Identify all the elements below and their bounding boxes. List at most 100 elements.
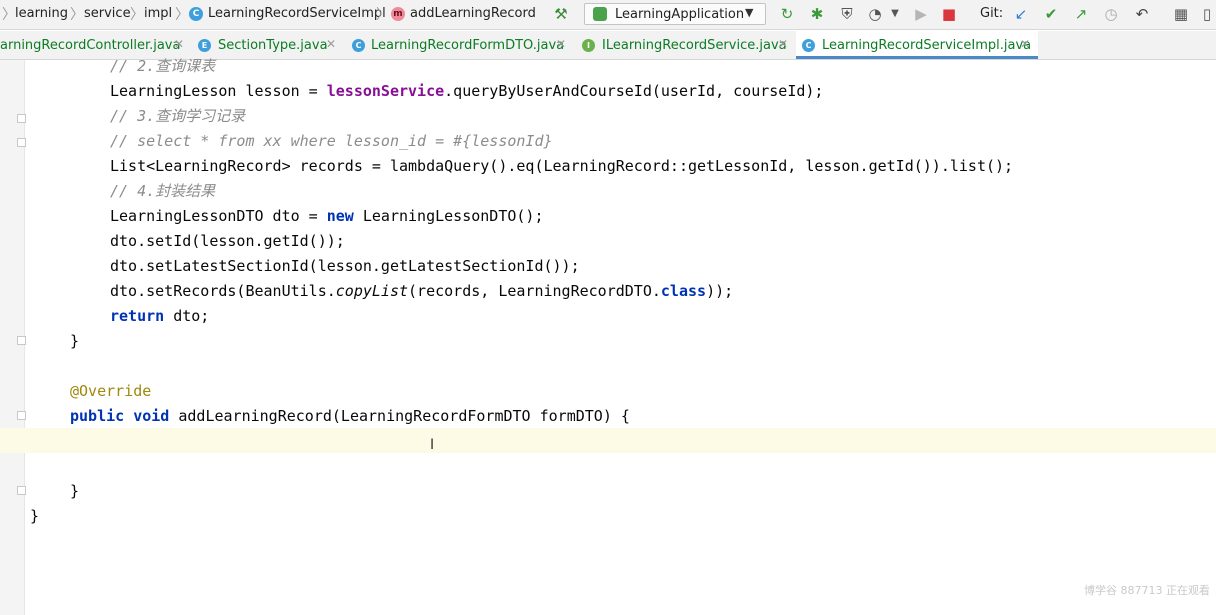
fold-marker-icon[interactable] [17, 336, 26, 345]
run-play-icon[interactable]: ▶ [912, 5, 930, 23]
code-line: dto.setLatestSectionId(lesson.getLatestS… [110, 254, 580, 279]
code-line: // 3.查询学习记录 [110, 104, 245, 129]
interface-icon: I [582, 39, 595, 52]
tab-i-learning-record-service[interactable]: I ILearningRecordService.java ✕ [576, 31, 794, 59]
code-text: List<LearningRecord> records = lambdaQue… [110, 157, 1014, 175]
close-icon[interactable]: ✕ [556, 37, 566, 51]
fold-marker-icon[interactable] [17, 138, 26, 147]
text-cursor-icon: I [430, 437, 435, 453]
code-comment: // 3.查询学习记录 [110, 107, 246, 125]
stop-icon[interactable]: ■ [940, 5, 958, 23]
class-icon: C [189, 7, 203, 21]
build-hammer-icon[interactable]: ⚒ [552, 5, 570, 23]
code-keyword: class [660, 282, 707, 300]
code-line: LearningLessonDTO dto = new LearningLess… [110, 204, 544, 229]
git-update-icon[interactable]: ↙ [1012, 5, 1030, 23]
code-comment: // select * from xx where lesson_id = #{… [110, 132, 553, 150]
breadcrumb-service[interactable]: service [84, 6, 131, 21]
code-keyword: new [326, 207, 354, 225]
spring-boot-icon [593, 7, 607, 21]
tab-learning-record-service-impl[interactable]: C LearningRecordServiceImpl.java ✕ [796, 31, 1038, 59]
run-configuration-label: LearningApplication [615, 7, 745, 22]
profile-icon[interactable]: ◔ [866, 5, 884, 23]
editor-gutter[interactable] [0, 60, 26, 615]
run-configuration-select[interactable]: LearningApplication ▼ [584, 3, 766, 25]
fold-marker-icon[interactable] [17, 486, 26, 495]
code-text: dto; [164, 307, 210, 325]
code-text: LearningLesson lesson = [110, 82, 327, 100]
run-with-coverage-icon[interactable]: ⛨ [838, 5, 856, 23]
code-text: dto.setRecords(BeanUtils. [110, 282, 336, 300]
current-line-highlight [0, 428, 1216, 453]
breadcrumb-impl[interactable]: impl [144, 6, 172, 21]
code-static-method: copyList [335, 282, 409, 300]
code-text: dto.setLatestSectionId(lesson.getLatestS… [110, 257, 580, 275]
chevron-right-icon: 〉 [376, 7, 390, 23]
code-keyword: public void [70, 407, 170, 425]
breadcrumb-learning[interactable]: learning [15, 6, 68, 21]
code-text: } [30, 507, 40, 525]
close-icon[interactable]: ✕ [174, 37, 184, 51]
more-icon[interactable]: ▯ [1198, 5, 1216, 23]
class-icon: C [802, 39, 815, 52]
method-icon: m [391, 7, 405, 21]
code-line: } [30, 504, 39, 529]
code-text: } [70, 482, 80, 500]
code-line: } [70, 329, 79, 354]
chevron-right-icon: 〉 [70, 7, 84, 23]
code-text: dto.setId(lesson.getId()); [110, 232, 345, 250]
breadcrumb-class[interactable]: LearningRecordServiceImpl [208, 6, 386, 21]
tab-label: SectionType.java [218, 38, 328, 53]
code-text: )); [706, 282, 734, 300]
profile-dropdown-icon[interactable]: ▼ [886, 5, 904, 23]
code-text: } [70, 332, 80, 350]
chevron-right-icon: 〉 [2, 7, 16, 23]
watermark: 博学谷 887713 正在观看 [1084, 584, 1210, 597]
close-icon[interactable]: ✕ [1020, 37, 1030, 51]
code-line: public void addLearningRecord(LearningRe… [70, 404, 630, 429]
git-commit-check-icon[interactable]: ✔ [1042, 5, 1060, 23]
fold-marker-icon[interactable] [17, 114, 26, 123]
code-keyword: return [110, 307, 165, 325]
code-text: addLearningRecord(LearningRecordFormDTO … [169, 407, 630, 425]
history-clock-icon[interactable]: ◷ [1102, 5, 1120, 23]
code-field: lessonService [326, 82, 445, 100]
code-line: return dto; [110, 304, 209, 329]
code-line: LearningLesson lesson = lessonService.qu… [110, 79, 823, 104]
code-text: LearningLessonDTO dto = [110, 207, 327, 225]
close-icon[interactable]: ✕ [778, 37, 788, 51]
chevron-right-icon: 〉 [175, 7, 189, 23]
enum-icon: E [198, 39, 211, 52]
fold-marker-icon[interactable] [17, 411, 26, 420]
tab-label: LearningRecordServiceImpl.java [822, 38, 1032, 53]
code-line: // 2.查询课表 [110, 54, 215, 79]
code-line: dto.setRecords(BeanUtils.copyList(record… [110, 279, 733, 304]
close-icon[interactable]: ✕ [326, 37, 336, 51]
code-comment: // 2.查询课表 [110, 57, 216, 75]
code-text: LearningLessonDTO(); [353, 207, 544, 225]
git-push-icon[interactable]: ↗ [1072, 5, 1090, 23]
code-line: List<LearningRecord> records = lambdaQue… [110, 154, 1013, 179]
breadcrumb-method[interactable]: addLearningRecord [410, 6, 536, 21]
code-text: (records, LearningRecordDTO. [408, 282, 661, 300]
tab-label: arningRecordController.java [0, 38, 181, 53]
code-line: @Override [70, 379, 151, 404]
chevron-right-icon: 〉 [130, 7, 144, 23]
navigation-bar: 〉 learning 〉 service 〉 impl 〉 C Learning… [0, 0, 1216, 30]
code-comment: // 4.封装结果 [110, 182, 216, 200]
tab-label: ILearningRecordService.java [602, 38, 787, 53]
rollback-icon[interactable]: ↶ [1133, 5, 1151, 23]
project-structure-icon[interactable]: ▦ [1172, 5, 1190, 23]
git-label: Git: [980, 6, 1004, 21]
code-line: dto.setId(lesson.getId()); [110, 229, 345, 254]
tab-label: LearningRecordFormDTO.java [371, 38, 565, 53]
code-line: // 4.封装结果 [110, 179, 215, 204]
rerun-icon[interactable]: ↻ [778, 5, 796, 23]
code-line: // select * from xx where lesson_id = #{… [110, 129, 553, 154]
class-icon: C [352, 39, 365, 52]
code-annotation: @Override [70, 382, 152, 400]
code-line: } [70, 479, 79, 504]
dropdown-arrow-icon: ▼ [745, 6, 754, 19]
debug-bug-icon[interactable]: ✱ [808, 5, 826, 23]
tab-learning-record-form-dto[interactable]: C LearningRecordFormDTO.java ✕ [346, 31, 572, 59]
